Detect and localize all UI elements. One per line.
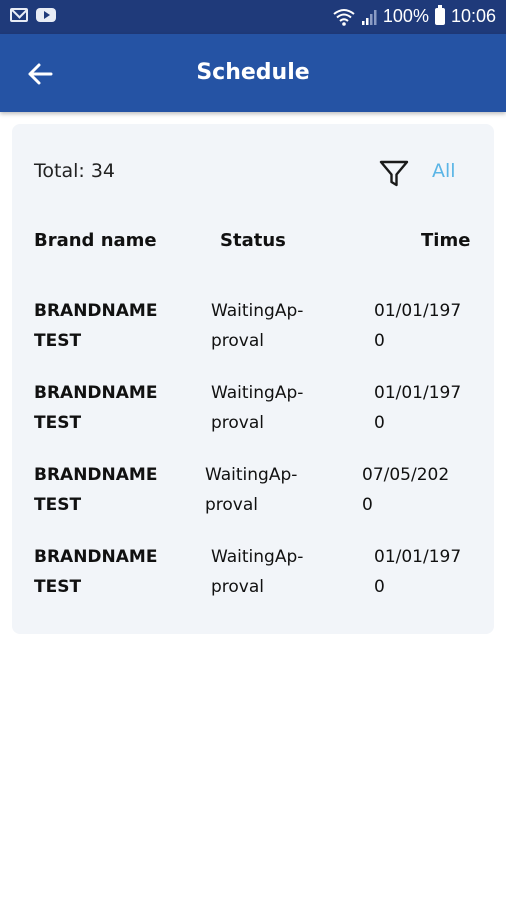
filter-all-option[interactable]: All bbox=[432, 160, 456, 182]
system-indicators: 100% 10:06 bbox=[333, 5, 496, 27]
column-header-brand: Brand name bbox=[34, 230, 157, 251]
brand-cell: BRANDNAME TEST bbox=[34, 296, 184, 356]
brand-cell: BRANDNAME TEST bbox=[34, 542, 184, 602]
status-cell: WaitingAp- proval bbox=[211, 542, 331, 602]
wifi-icon bbox=[333, 8, 355, 26]
brand-line: TEST bbox=[34, 495, 82, 515]
status-line: proval bbox=[211, 331, 265, 351]
status-line: WaitingAp- bbox=[211, 383, 304, 403]
status-cell: WaitingAp- proval bbox=[211, 296, 331, 356]
brand-line: BRANDNAME bbox=[34, 465, 158, 485]
filter-icon[interactable] bbox=[378, 158, 410, 190]
status-line: proval bbox=[211, 413, 265, 433]
time-line: 01/01/197 bbox=[374, 547, 462, 567]
status-line: proval bbox=[205, 495, 259, 515]
table-row[interactable]: BRANDNAME TEST WaitingAp- proval 07/05/2… bbox=[12, 456, 494, 538]
page-title: Schedule bbox=[196, 60, 310, 85]
arrow-left-icon bbox=[28, 63, 53, 85]
time-cell: 01/01/197 0 bbox=[374, 378, 476, 438]
status-line: proval bbox=[211, 577, 265, 597]
battery-icon bbox=[434, 5, 445, 25]
clock: 10:06 bbox=[450, 6, 496, 26]
time-line: 0 bbox=[374, 331, 385, 351]
battery-percent: 100% bbox=[382, 6, 429, 26]
time-line: 01/01/197 bbox=[374, 301, 462, 321]
brand-line: TEST bbox=[34, 413, 82, 433]
notification-icons bbox=[10, 8, 56, 22]
mail-icon bbox=[10, 8, 28, 22]
status-cell: WaitingAp- proval bbox=[205, 460, 325, 520]
table-row[interactable]: BRANDNAME TEST WaitingAp- proval 01/01/1… bbox=[12, 374, 494, 456]
brand-line: BRANDNAME bbox=[34, 383, 158, 403]
column-header-status: Status bbox=[220, 230, 286, 251]
time-line: 01/01/197 bbox=[374, 383, 462, 403]
status-bar: 100% 10:06 bbox=[0, 0, 506, 34]
back-button[interactable] bbox=[22, 56, 58, 92]
status-line: WaitingAp- bbox=[205, 465, 298, 485]
column-header-time: Time bbox=[421, 230, 471, 251]
brand-line: TEST bbox=[34, 577, 82, 597]
brand-cell: BRANDNAME TEST bbox=[34, 460, 184, 520]
table-row[interactable]: BRANDNAME TEST WaitingAp- proval 01/01/1… bbox=[12, 538, 494, 620]
app-bar: Schedule bbox=[0, 34, 506, 112]
time-cell: 01/01/197 0 bbox=[374, 296, 476, 356]
status-line: WaitingAp- bbox=[211, 301, 304, 321]
status-cell: WaitingAp- proval bbox=[211, 378, 331, 438]
time-cell: 01/01/197 0 bbox=[374, 542, 476, 602]
schedule-card: Total: 34 All Brand name Status Time BRA… bbox=[12, 124, 494, 634]
time-cell: 07/05/202 0 bbox=[362, 460, 464, 520]
brand-line: BRANDNAME bbox=[34, 547, 158, 567]
status-line: WaitingAp- bbox=[211, 547, 304, 567]
brand-line: BRANDNAME bbox=[34, 301, 158, 321]
signal-icon bbox=[361, 9, 377, 25]
time-line: 0 bbox=[374, 577, 385, 597]
youtube-icon bbox=[36, 8, 56, 22]
schedule-list: BRANDNAME TEST WaitingAp- proval 01/01/1… bbox=[12, 292, 494, 620]
time-line: 07/05/202 bbox=[362, 465, 450, 485]
table-row[interactable]: BRANDNAME TEST WaitingAp- proval 01/01/1… bbox=[12, 292, 494, 374]
total-count: Total: 34 bbox=[34, 160, 115, 182]
time-line: 0 bbox=[362, 495, 373, 515]
brand-line: TEST bbox=[34, 331, 82, 351]
brand-cell: BRANDNAME TEST bbox=[34, 378, 184, 438]
time-line: 0 bbox=[374, 413, 385, 433]
